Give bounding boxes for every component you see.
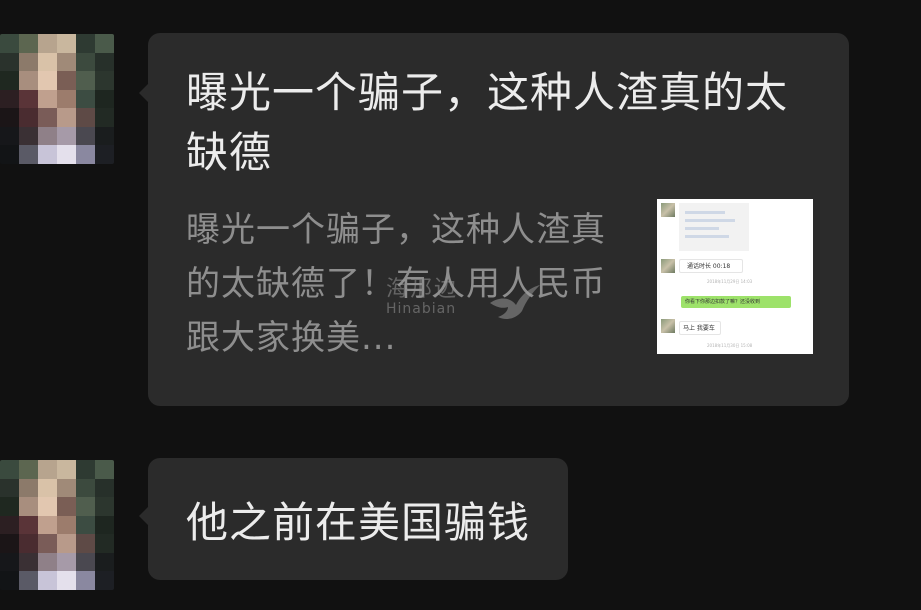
thumbnail-call-label: 通话时长 00:18 bbox=[687, 263, 731, 270]
thumbnail-avatar bbox=[661, 203, 675, 217]
link-card-message[interactable]: 曝光一个骗子，这种人渣真的太缺德 曝光一个骗子，这种人渣真的太缺德了！有人用人民… bbox=[139, 33, 849, 406]
link-card-description: 曝光一个骗子，这种人渣真的太缺德了！有人用人民币跟大家换美... bbox=[186, 210, 606, 358]
thumbnail-green-text: 你看下你那边扣款了嘛？还没收到 bbox=[685, 299, 761, 305]
thumbnail-avatar bbox=[661, 259, 675, 273]
text-message-content: 他之前在美国骗钱 bbox=[186, 497, 531, 547]
sender-avatar[interactable] bbox=[0, 460, 114, 590]
link-card-title: 曝光一个骗子，这种人渣真的太缺德 bbox=[186, 68, 789, 177]
thumbnail-reply-text: 马上 我要车 bbox=[683, 325, 715, 332]
thumbnail-header-strip bbox=[679, 203, 749, 251]
sender-avatar[interactable] bbox=[0, 34, 114, 164]
link-card-thumbnail: 通话时长 00:18 2018年11月29日 14:03 你看下你那边扣款了嘛？… bbox=[657, 199, 813, 354]
text-message[interactable]: 他之前在美国骗钱 bbox=[138, 458, 569, 580]
thumbnail-avatar bbox=[661, 319, 675, 333]
chat-window: 曝光一个骗子，这种人渣真的太缺德 曝光一个骗子，这种人渣真的太缺德了！有人用人民… bbox=[0, 0, 921, 610]
thumbnail-timestamp: 2018年11月30日 15:08 bbox=[707, 343, 753, 348]
thumbnail-timestamp: 2018年11月29日 14:03 bbox=[707, 279, 753, 284]
